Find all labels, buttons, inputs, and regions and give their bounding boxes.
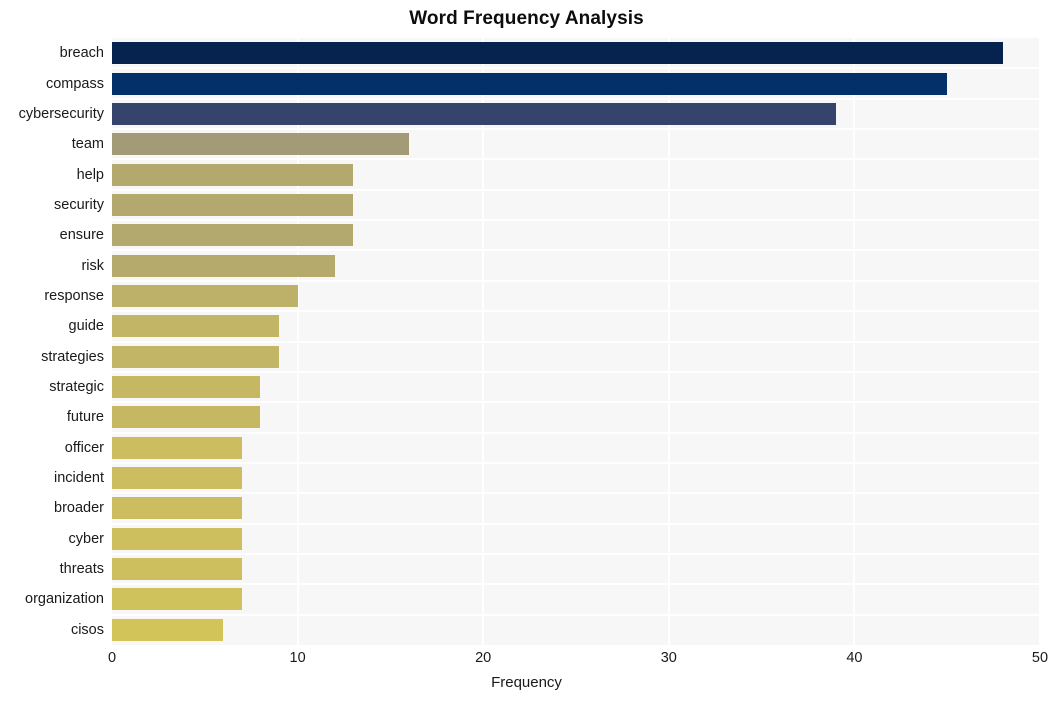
y-axis-tick-label: officer [64, 439, 104, 456]
gridline-horizontal [112, 340, 1040, 343]
word-frequency-chart: Word Frequency Analysis breach compass cyb… [0, 0, 1053, 701]
y-axis-tick-label: incident [54, 470, 104, 487]
bar [112, 345, 280, 368]
gridline-horizontal [112, 279, 1040, 282]
bar [112, 376, 261, 399]
gridline-horizontal [112, 401, 1040, 404]
y-axis-tick-labels: breach compass cybersecurity team help securi… [0, 38, 104, 645]
gridline-horizontal [112, 370, 1040, 373]
y-axis-tick-label: broader [54, 500, 104, 517]
chart-title: Word Frequency Analysis [409, 8, 644, 29]
y-axis-tick-label: guide [68, 318, 104, 335]
x-axis-tick-label: 30 [660, 650, 677, 666]
gridline-horizontal [112, 461, 1040, 464]
y-axis-tick-label: cyber [68, 530, 104, 547]
x-axis-tick-label: 40 [846, 650, 863, 666]
y-axis-tick-label: future [66, 409, 104, 426]
bar [112, 406, 261, 429]
x-axis-tick-label: 10 [289, 650, 306, 666]
gridline-horizontal [112, 310, 1040, 313]
gridline-horizontal [112, 613, 1040, 616]
x-axis-label: Frequency [491, 674, 562, 691]
y-axis-tick-label: risk [81, 257, 104, 274]
x-axis-tick-label: 50 [1031, 650, 1049, 666]
gridline-horizontal [112, 219, 1040, 222]
y-axis-tick-label: strategies [41, 348, 104, 365]
bar [112, 558, 242, 581]
bar [112, 618, 224, 641]
bar [112, 527, 242, 550]
gridline-horizontal [112, 249, 1040, 252]
x-axis-tick-label: 0 [107, 650, 117, 666]
plot-area [112, 38, 1040, 645]
gridline-horizontal [112, 552, 1040, 555]
bar [112, 133, 409, 156]
y-axis-tick-label: ensure [59, 227, 104, 244]
y-axis-tick-label: security [54, 196, 104, 213]
y-axis-tick-label: team [71, 136, 104, 153]
bar [112, 72, 948, 95]
bar [112, 497, 242, 520]
y-axis-tick-label: threats [59, 561, 104, 578]
y-axis-tick-label: cybersecurity [18, 105, 104, 122]
gridline-horizontal [112, 492, 1040, 495]
x-axis-tick-labels: 0 10 20 30 40 50 [0, 649, 1053, 671]
gridline-horizontal [112, 97, 1040, 100]
bar [112, 193, 354, 216]
y-axis-tick-label: response [44, 287, 104, 304]
bar [112, 102, 836, 125]
gridline-horizontal [112, 431, 1040, 434]
y-axis-tick-label: help [76, 166, 104, 183]
y-axis-tick-label: cisos [70, 621, 104, 638]
y-axis-tick-label: strategic [49, 379, 104, 396]
y-axis-tick-label: breach [59, 45, 104, 62]
bar [112, 315, 280, 338]
gridline-horizontal [112, 583, 1040, 586]
gridline-horizontal [112, 67, 1040, 70]
gridline-horizontal [112, 522, 1040, 525]
y-axis-tick-label: compass [45, 75, 104, 92]
gridline-horizontal [112, 158, 1040, 161]
x-axis-tick-label: 20 [475, 650, 492, 666]
y-axis-tick-label: organization [25, 591, 104, 608]
bar [112, 42, 1003, 65]
bar [112, 436, 242, 459]
bar [112, 224, 354, 247]
bar [112, 467, 242, 490]
gridline-horizontal [112, 188, 1040, 191]
bar [112, 163, 354, 186]
bar [112, 284, 298, 307]
gridline-horizontal [112, 128, 1040, 131]
bar [112, 588, 242, 611]
bar [112, 254, 335, 277]
